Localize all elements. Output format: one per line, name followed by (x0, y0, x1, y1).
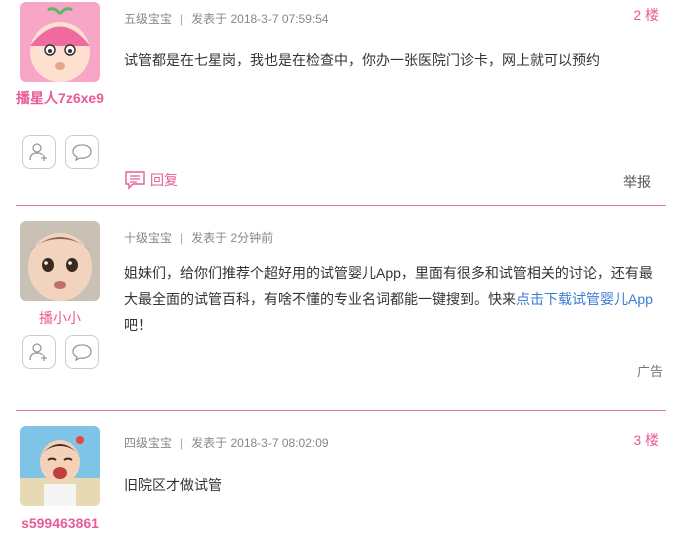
post-time: 发表于 2018-3-7 08:02:09 (191, 436, 329, 450)
reply-button[interactable]: 回复 (124, 170, 178, 190)
avatar[interactable] (20, 426, 100, 506)
message-button[interactable] (65, 135, 99, 169)
post-content: 旧院区才做试管 (124, 477, 222, 493)
message-icon (72, 144, 92, 162)
floor-number[interactable]: 2 楼 (633, 5, 659, 25)
message-icon (72, 344, 92, 362)
post-meta: 十级宝宝 | 发表于 2分钟前 (124, 231, 274, 245)
post-meta: 五级宝宝 | 发表于 2018-3-7 07:59:54 (124, 12, 329, 26)
post-floor-3: s599463861 四级宝宝 | 发表于 2018-3-7 08:02:09 3 … (0, 411, 675, 537)
user-level: 十级宝宝 (124, 231, 173, 245)
post-meta: 四级宝宝 | 发表于 2018-3-7 08:02:09 (124, 436, 329, 450)
add-friend-button[interactable] (22, 335, 56, 369)
username[interactable]: 播星人7z6xe9 (14, 88, 106, 108)
post-floor-2: 播星人7z6xe9 五级宝宝 | 发表于 2018-3-7 07:59:54 2 楼… (0, 0, 675, 205)
post-time: 发表于 2018-3-7 07:59:54 (191, 12, 329, 26)
username[interactable]: s599463861 (14, 513, 106, 533)
post-content: 试管都是在七星岗，我也是在检查中，你办一张医院门诊卡，网上就可以预约 (124, 52, 600, 68)
user-level: 五级宝宝 (124, 12, 173, 26)
add-friend-icon (29, 143, 47, 161)
ad-text-end: 吧！ (124, 317, 152, 333)
avatar[interactable] (20, 221, 100, 301)
username[interactable]: 播小小 (14, 308, 106, 328)
report-link[interactable]: 举报 (623, 172, 651, 192)
message-button[interactable] (65, 335, 99, 369)
post-ad: 播小小 十级宝宝 | 发表于 2分钟前 姐妹们，给你们推荐个超好用的试管婴儿App，… (0, 206, 675, 411)
add-friend-button[interactable] (22, 135, 56, 169)
floor-number[interactable]: 3 楼 (633, 430, 659, 450)
reply-label: 回复 (150, 172, 178, 188)
download-app-link[interactable]: 点击下载试管婴儿App (516, 291, 653, 307)
reply-icon (125, 171, 145, 190)
user-level: 四级宝宝 (124, 436, 173, 450)
avatar[interactable] (20, 2, 100, 82)
ad-label: 广告 (636, 364, 663, 379)
add-friend-icon (29, 343, 47, 361)
post-time: 发表于 2分钟前 (191, 231, 274, 245)
post-content: 姐妹们，给你们推荐个超好用的试管婴儿App，里面有很多和试管相关的讨论，还有最大… (124, 260, 654, 338)
